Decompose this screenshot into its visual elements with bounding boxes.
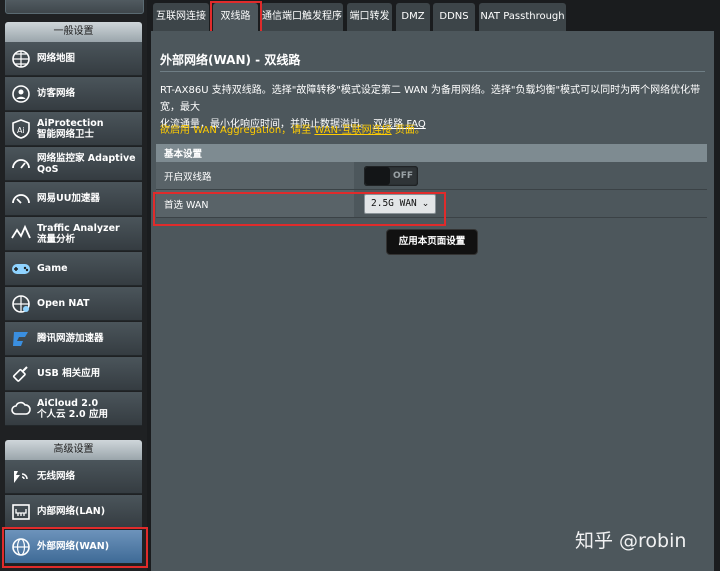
section-header: 基本设置	[156, 144, 707, 162]
page-title: 外部网络(WAN) - 双线路	[160, 53, 301, 67]
tab-internet-connection[interactable]: 互联网连接	[153, 3, 209, 31]
sidebar-item-sublabel: 流量分析	[37, 233, 76, 245]
sidebar-item-lan[interactable]: 内部网络(LAN)	[5, 495, 142, 529]
dual-wan-toggle[interactable]: OFF	[364, 165, 418, 186]
sidebar-item-tencent-accelerator[interactable]: 腾讯网游加速器	[5, 322, 142, 356]
tab-bar: 互联网连接 双线路 通信端口触发程序 端口转发 DMZ DDNS NAT Pas…	[147, 0, 720, 39]
sidebar-item-label: 访客网络	[37, 88, 76, 99]
advanced-settings-header: 高级设置	[5, 440, 142, 460]
aicloud-icon	[11, 401, 31, 415]
sidebar-item-label: 无线网络	[37, 471, 76, 482]
sidebar-item-guest-network[interactable]: 访客网络	[5, 77, 142, 111]
wan-aggregation-notice: 欲启用 WAN Aggregation，请至 WAN-互联网连接 页面。	[160, 121, 425, 136]
sidebar-item-label: AiCloud 2.0	[37, 397, 99, 409]
network-map-icon	[12, 49, 30, 68]
apply-button[interactable]: 应用本页面设置	[386, 229, 478, 255]
traffic-analyzer-icon	[11, 224, 31, 238]
wan-globe-icon	[12, 537, 30, 556]
sidebar-item-wan[interactable]: 外部网络(WAN)	[5, 530, 142, 564]
sidebar-item-sublabel: 个人云 2.0 应用	[37, 408, 108, 420]
sidebar-item-label: Traffic Analyzer	[37, 222, 120, 234]
notice-suffix: 页面。	[394, 125, 425, 136]
sidebar-item-label: Open NAT	[37, 298, 90, 309]
tab-dmz[interactable]: DMZ	[396, 3, 430, 31]
sidebar-item-aicloud[interactable]: AiCloud 2.0 个人云 2.0 应用	[5, 392, 142, 426]
table-row: 首选 WAN 2.5G WAN ⌄	[156, 189, 707, 218]
primary-wan-select[interactable]: 2.5G WAN ⌄	[364, 193, 437, 214]
uu-accelerator-icon	[12, 193, 30, 204]
sidebar-top-item-partial[interactable]	[5, 0, 144, 14]
svg-text:Ai: Ai	[17, 126, 25, 135]
description-line-1: RT-AX86U 支持双线路。选择"故障转移"模式设定第二 WAN 为备用网络。…	[160, 85, 701, 113]
sidebar-item-label: Game	[37, 263, 68, 274]
sidebar-item-sublabel: 智能网络卫士	[37, 128, 95, 140]
toggle-state: OFF	[393, 170, 413, 181]
lan-icon	[12, 503, 30, 520]
main-panel: 外部网络(WAN) - 双线路 RT-AX86U 支持双线路。选择"故障转移"模…	[151, 31, 714, 571]
sidebar-item-aiprotection[interactable]: Ai AiProtection 智能网络卫士	[5, 112, 142, 146]
watermark: 知乎 @robin	[575, 530, 687, 552]
aiprotection-icon: Ai	[12, 118, 30, 139]
basic-settings-table: 基本设置 开启双线路 OFF 首选 WAN 2.5G WAN ⌄	[156, 144, 707, 218]
sidebar-item-label: 外部网络(WAN)	[37, 541, 110, 552]
qos-gauge-icon	[12, 158, 30, 169]
tab-port-trigger[interactable]: 通信端口触发程序	[261, 3, 343, 31]
sidebar-item-wireless[interactable]: 无线网络	[5, 460, 142, 494]
sidebar-item-traffic-analyzer[interactable]: Traffic Analyzer 流量分析	[5, 217, 142, 251]
tab-dual-wan[interactable]: 双线路	[213, 3, 258, 31]
gamepad-icon	[12, 263, 30, 274]
notice-prefix: 欲启用 WAN Aggregation，请至	[160, 125, 312, 136]
sidebar-item-label: 网易UU加速器	[37, 193, 100, 204]
table-row: 开启双线路 OFF	[156, 162, 707, 190]
sidebar-item-label: AiProtection	[37, 117, 104, 129]
sidebar-item-label: USB 相关应用	[37, 368, 101, 379]
toggle-knob	[365, 166, 390, 185]
tab-nat-passthrough[interactable]: NAT Passthrough	[479, 3, 566, 31]
sidebar-item-uu-accelerator[interactable]: 网易UU加速器	[5, 182, 142, 216]
sidebar-item-label: 网络监控家 Adaptive	[37, 152, 136, 164]
wan-internet-connection-link[interactable]: WAN-互联网连接	[314, 125, 391, 136]
sidebar-item-game[interactable]: Game	[5, 252, 142, 286]
general-settings-header: 一般设置	[5, 22, 142, 42]
chevron-down-icon: ⌄	[421, 198, 430, 209]
primary-wan-label: 首选 WAN	[156, 189, 354, 218]
open-nat-icon	[12, 294, 30, 313]
sidebar-item-adaptive-qos[interactable]: 网络监控家 Adaptive QoS	[5, 147, 142, 181]
tencent-accelerator-icon	[13, 331, 28, 346]
sidebar-item-open-nat[interactable]: Open NAT	[5, 287, 142, 321]
sidebar-item-sublabel: QoS	[37, 163, 59, 175]
usb-icon	[12, 365, 28, 382]
dual-wan-label: 开启双线路	[156, 162, 354, 190]
sidebar-item-label: 内部网络(LAN)	[37, 506, 106, 517]
tab-ddns[interactable]: DDNS	[433, 3, 475, 31]
title-divider	[160, 71, 705, 72]
sidebar-item-usb[interactable]: USB 相关应用	[5, 357, 142, 391]
primary-wan-value: 2.5G WAN	[371, 197, 417, 209]
sidebar-item-network-map[interactable]: 网络地图	[5, 42, 142, 76]
guest-network-icon	[12, 84, 30, 103]
sidebar-item-label: 腾讯网游加速器	[37, 333, 104, 344]
wireless-icon	[14, 470, 28, 483]
sidebar-item-label: 网络地图	[37, 53, 76, 64]
tab-port-forwarding[interactable]: 端口转发	[347, 3, 392, 31]
sidebar: 一般设置 网络地图 访客网络 Ai AiProtection 智能网络卫士 网络监…	[0, 0, 148, 571]
